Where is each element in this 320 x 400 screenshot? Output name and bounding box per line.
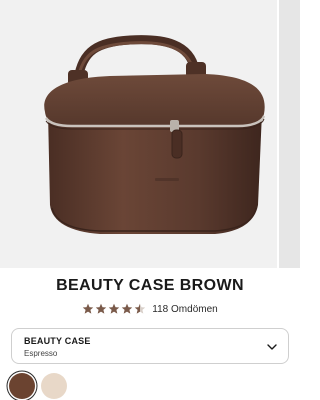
color-swatch-espresso[interactable] xyxy=(9,373,35,399)
toiletry-bag-image xyxy=(44,35,266,234)
star-full-icon xyxy=(96,303,107,314)
color-swatches xyxy=(9,373,67,399)
product-image-area[interactable] xyxy=(0,0,300,268)
product-title: BEAUTY CASE BROWN xyxy=(56,277,244,294)
variant-color-label: Espresso xyxy=(24,349,58,358)
star-full-icon xyxy=(122,303,133,314)
variant-selector[interactable]: BEAUTY CASE Espresso xyxy=(11,328,289,364)
rating-stars xyxy=(82,303,146,315)
chevron-down-icon xyxy=(267,344,277,350)
star-full-icon xyxy=(109,303,120,314)
review-count[interactable]: 118 Omdömen xyxy=(152,304,217,315)
star-half-icon xyxy=(135,303,146,314)
color-swatch-beige[interactable] xyxy=(41,373,67,399)
next-image-peek[interactable] xyxy=(277,0,300,268)
product-rating[interactable]: 118 Omdömen xyxy=(0,303,300,315)
star-full-icon xyxy=(83,303,94,314)
variant-name: BEAUTY CASE xyxy=(24,336,91,346)
